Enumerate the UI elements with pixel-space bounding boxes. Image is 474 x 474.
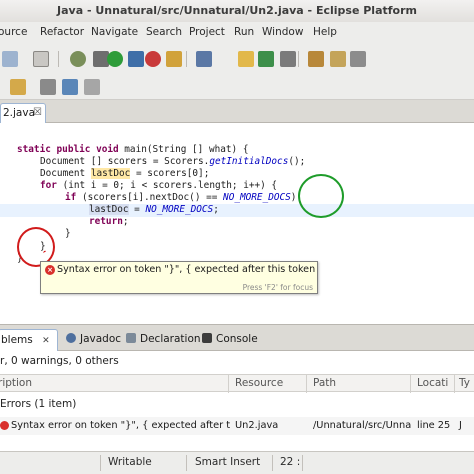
tab-declaration[interactable]: Declaration [126, 329, 201, 351]
annotation-icon[interactable] [330, 51, 346, 67]
search-icon[interactable] [238, 51, 254, 67]
error-icon [0, 421, 9, 430]
toggle-icon[interactable] [350, 51, 366, 67]
dropdown-icon[interactable] [280, 51, 296, 67]
status-position: 22 : [280, 456, 301, 468]
tab-label: 2.java [3, 107, 36, 119]
javadoc-icon [66, 333, 76, 343]
annotation-circle-green [298, 174, 344, 218]
external-tools-icon[interactable] [128, 51, 144, 67]
save-icon[interactable] [33, 51, 49, 67]
debug-icon[interactable] [70, 51, 86, 67]
window-title: Java - Unnatural/src/Unnatural/Un2.java … [0, 0, 474, 22]
column-type[interactable]: Ty [459, 377, 470, 389]
menu-navigate[interactable]: Navigate [91, 26, 138, 38]
problems-column-header: ription Resource Path Locati Ty [0, 374, 474, 393]
column-resource[interactable]: Resource [235, 377, 283, 389]
code-line: } [65, 228, 71, 239]
menu-project[interactable]: Project [189, 26, 225, 38]
row-type: J [459, 420, 462, 431]
menu-run[interactable]: Run [234, 26, 254, 38]
menu-search[interactable]: Search [146, 26, 182, 38]
close-icon[interactable]: ✕ [42, 336, 50, 346]
menu-refactor[interactable]: Refactor [40, 26, 84, 38]
pen-icon[interactable] [308, 51, 324, 67]
status-writable: Writable [108, 456, 152, 468]
table-row[interactable]: Syntax error on token "}", { expected af… [0, 417, 474, 435]
menu-help[interactable]: Help [313, 26, 337, 38]
error-tooltip[interactable]: × Syntax error on token "}", { expected … [40, 261, 318, 294]
code-line: for (int i = 0; i < scorers.length; i++)… [40, 180, 278, 191]
code-line: Document lastDoc = scorers[0]; [40, 168, 210, 179]
code-editor[interactable]: static public void main(String [] what) … [0, 124, 474, 324]
code-line: if (scorers[i].nextDoc() == NO_MORE_DOCS… [65, 192, 297, 203]
column-location[interactable]: Locati [417, 377, 448, 389]
pin-icon[interactable] [84, 79, 100, 95]
status-bar: Writable Smart Insert 22 : [0, 451, 474, 474]
coverage-icon[interactable] [145, 51, 161, 67]
tab-console[interactable]: Console [202, 329, 258, 351]
row-location: line 25 [417, 420, 451, 431]
forward-icon[interactable] [40, 79, 56, 95]
problems-view: r, 0 warnings, 0 others ription Resource… [0, 351, 474, 451]
error-icon: × [45, 265, 55, 275]
tab-un2-java[interactable]: 2.java ☒ [0, 103, 46, 123]
errors-group[interactable]: Errors (1 item) [0, 398, 76, 410]
refresh-icon[interactable] [258, 51, 274, 67]
tab-problems-label: blems [1, 334, 33, 346]
close-icon[interactable]: ☒ [33, 104, 42, 122]
view-tab-bar: blems ✕ Javadoc Declaration Console [0, 324, 474, 351]
editor-tab-bar: 2.java ☒ [0, 100, 474, 123]
toolbar-separator [186, 51, 187, 67]
row-description: Syntax error on token "}", { expected af… [11, 420, 231, 431]
column-path[interactable]: Path [313, 377, 336, 389]
menu-bar: ource Refactor Navigate Search Project R… [0, 22, 474, 42]
tooltip-hint: Press 'F2' for focus [242, 283, 313, 292]
current-line-highlight [0, 204, 474, 217]
code-line: return; [89, 216, 129, 227]
problems-summary: r, 0 warnings, 0 others [0, 355, 119, 367]
status-insert-mode: Smart Insert [195, 456, 261, 468]
back-icon[interactable] [10, 79, 26, 95]
column-description[interactable]: ription [0, 377, 32, 389]
row-resource: Un2.java [235, 420, 279, 431]
code-line: lastDoc = NO_MORE_DOCS; [89, 204, 219, 215]
tab-problems[interactable]: blems ✕ [0, 329, 58, 351]
toolbar-separator [58, 51, 59, 67]
console-icon [202, 333, 212, 343]
code-line: static public void main(String [] what) … [17, 144, 249, 155]
toolbar-separator [298, 51, 299, 67]
run-icon[interactable] [107, 51, 123, 67]
last-edit-icon[interactable] [62, 79, 78, 95]
tooltip-message: Syntax error on token "}", { expected af… [57, 264, 316, 275]
toolbar [0, 42, 474, 100]
new-icon[interactable] [2, 51, 18, 67]
tab-javadoc[interactable]: Javadoc [66, 329, 121, 351]
new-java-project-icon[interactable] [166, 51, 182, 67]
declaration-icon [126, 333, 136, 343]
code-line: Document [] scorers = Scorers.getInitial… [40, 156, 306, 167]
row-path: /Unnatural/src/Unna [313, 420, 412, 431]
menu-source[interactable]: ource [0, 26, 27, 38]
menu-window[interactable]: Window [262, 26, 303, 38]
open-type-icon[interactable] [196, 51, 212, 67]
